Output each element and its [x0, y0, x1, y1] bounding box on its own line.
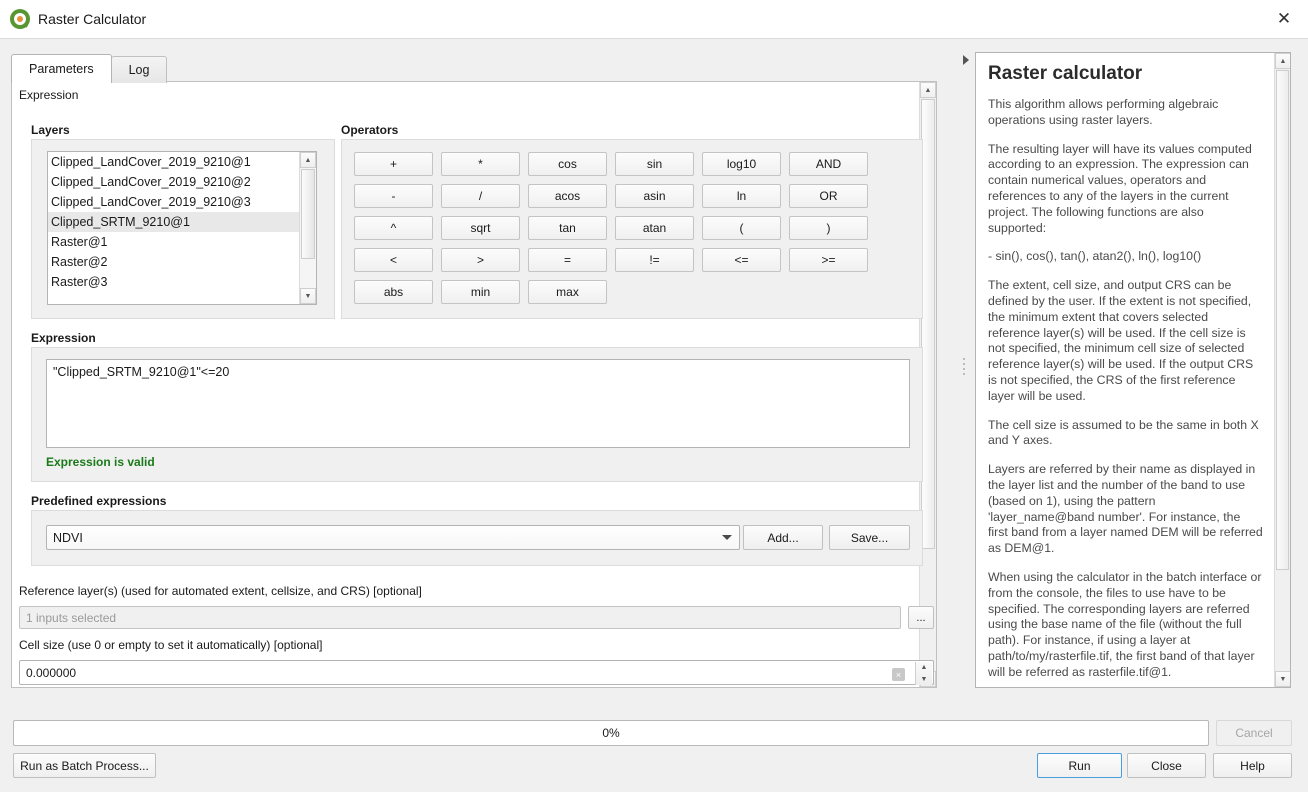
help-title: Raster calculator [988, 63, 1143, 84]
operators-label: Operators [341, 123, 399, 137]
progress-text: 0% [602, 726, 620, 740]
operator-button[interactable]: tan [528, 216, 607, 240]
collapse-help-panel-button[interactable] [959, 52, 972, 68]
predefined-expressions-label: Predefined expressions [31, 494, 167, 508]
layers-scroll-down-icon[interactable]: ▼ [300, 288, 316, 304]
layers-scrollbar-thumb[interactable] [301, 169, 315, 259]
help-panel: Raster calculator This algorithm allows … [975, 52, 1291, 688]
list-item[interactable]: Raster@2 [48, 252, 316, 272]
expression-validation-message: Expression is valid [46, 455, 155, 469]
operator-button[interactable]: acos [528, 184, 607, 208]
operator-button[interactable]: log10 [702, 152, 781, 176]
cell-size-value: 0.000000 [26, 665, 77, 680]
qgis-logo-icon [10, 9, 30, 29]
clear-icon[interactable]: × [892, 668, 905, 681]
close-icon[interactable]: ✕ [1260, 0, 1308, 38]
close-button[interactable]: Close [1127, 753, 1206, 778]
operator-button[interactable]: ( [702, 216, 781, 240]
layers-label: Layers [31, 123, 70, 137]
expression-input[interactable]: "Clipped_SRTM_9210@1"<=20 [46, 359, 910, 448]
operator-button[interactable]: cos [528, 152, 607, 176]
help-scroll-up-icon[interactable]: ▲ [1275, 53, 1290, 69]
tab-bar: Parameters Log [11, 54, 168, 83]
operator-button[interactable]: AND [789, 152, 868, 176]
list-item-selected[interactable]: Clipped_SRTM_9210@1 [48, 212, 316, 232]
reference-layers-browse-button[interactable]: ... [908, 606, 934, 629]
list-item[interactable]: Clipped_LandCover_2019_9210@2 [48, 172, 316, 192]
help-button[interactable]: Help [1213, 753, 1292, 778]
predefined-expression-select[interactable]: NDVI [46, 525, 740, 550]
add-expression-button[interactable]: Add... [743, 525, 823, 550]
operator-button[interactable]: - [354, 184, 433, 208]
save-expression-button[interactable]: Save... [829, 525, 910, 550]
operator-button[interactable]: atan [615, 216, 694, 240]
operator-button[interactable]: OR [789, 184, 868, 208]
layers-list-scrollbar[interactable]: ▲ ▼ [299, 152, 316, 304]
operator-button[interactable]: asin [615, 184, 694, 208]
operator-button[interactable]: != [615, 248, 694, 272]
help-scrollbar-thumb[interactable] [1276, 70, 1289, 570]
operator-button[interactable]: ) [789, 216, 868, 240]
predefined-expression-value: NDVI [53, 530, 83, 545]
scroll-up-icon[interactable]: ▲ [920, 82, 936, 98]
cell-size-stepper[interactable]: ▲ ▼ [915, 662, 932, 685]
layers-scroll-up-icon[interactable]: ▲ [300, 152, 316, 168]
cell-size-input[interactable]: 0.000000 × ▲ ▼ [19, 660, 934, 685]
run-button[interactable]: Run [1037, 753, 1122, 778]
operator-button[interactable]: sin [615, 152, 694, 176]
tab-log[interactable]: Log [110, 56, 168, 83]
operator-button[interactable]: abs [354, 280, 433, 304]
help-scroll-down-icon[interactable]: ▼ [1275, 671, 1290, 687]
chevron-down-icon [722, 535, 732, 540]
operator-button[interactable]: min [441, 280, 520, 304]
list-item[interactable]: Clipped_LandCover_2019_9210@3 [48, 192, 316, 212]
title-bar: Raster Calculator ✕ [0, 0, 1308, 39]
operator-button[interactable]: max [528, 280, 607, 304]
help-paragraph: The resulting layer will have its values… [988, 141, 1252, 235]
window-title: Raster Calculator [38, 11, 147, 27]
cell-size-label: Cell size (use 0 or empty to set it auto… [19, 638, 323, 652]
cancel-button: Cancel [1216, 720, 1292, 746]
help-paragraph: - sin(), cos(), tan(), atan2(), ln(), lo… [988, 249, 1202, 264]
scrollbar-thumb[interactable] [921, 99, 935, 549]
run-as-batch-process-button[interactable]: Run as Batch Process... [13, 753, 156, 778]
operator-button[interactable]: / [441, 184, 520, 208]
help-paragraph: The extent, cell size, and output CRS ca… [988, 278, 1254, 403]
operator-button[interactable]: >= [789, 248, 868, 272]
expression-label: Expression [31, 331, 96, 345]
help-paragraph: The cell size is assumed to be the same … [988, 417, 1259, 448]
operator-button[interactable]: < [354, 248, 433, 272]
operator-button[interactable]: = [528, 248, 607, 272]
help-paragraph: Layers are referred by their name as dis… [988, 462, 1263, 556]
operator-button[interactable]: ln [702, 184, 781, 208]
operator-button[interactable]: > [441, 248, 520, 272]
list-item[interactable]: Raster@3 [48, 272, 316, 292]
help-paragraph: This algorithm allows performing algebra… [988, 97, 1219, 127]
progress-bar: 0% [13, 720, 1209, 746]
stepper-up-icon[interactable]: ▲ [916, 662, 932, 674]
list-item[interactable]: Raster@1 [48, 232, 316, 252]
expression-section-label: Expression [19, 88, 79, 102]
operator-button[interactable]: <= [702, 248, 781, 272]
panel-splitter-handle[interactable] [963, 355, 966, 385]
operator-button[interactable]: ^ [354, 216, 433, 240]
tab-parameters[interactable]: Parameters [11, 54, 112, 83]
reference-layers-input[interactable]: 1 inputs selected [19, 606, 901, 629]
operator-button[interactable]: + [354, 152, 433, 176]
reference-layers-label: Reference layer(s) (used for automated e… [19, 584, 422, 598]
help-paragraph: When using the calculator in the batch i… [988, 569, 1262, 679]
operator-button[interactable]: sqrt [441, 216, 520, 240]
help-scrollbar[interactable]: ▲ ▼ [1274, 53, 1290, 687]
layers-list[interactable]: Clipped_LandCover_2019_9210@1 Clipped_La… [47, 151, 317, 305]
operator-button[interactable]: * [441, 152, 520, 176]
list-item[interactable]: Clipped_LandCover_2019_9210@1 [48, 152, 316, 172]
stepper-down-icon[interactable]: ▼ [916, 674, 932, 686]
